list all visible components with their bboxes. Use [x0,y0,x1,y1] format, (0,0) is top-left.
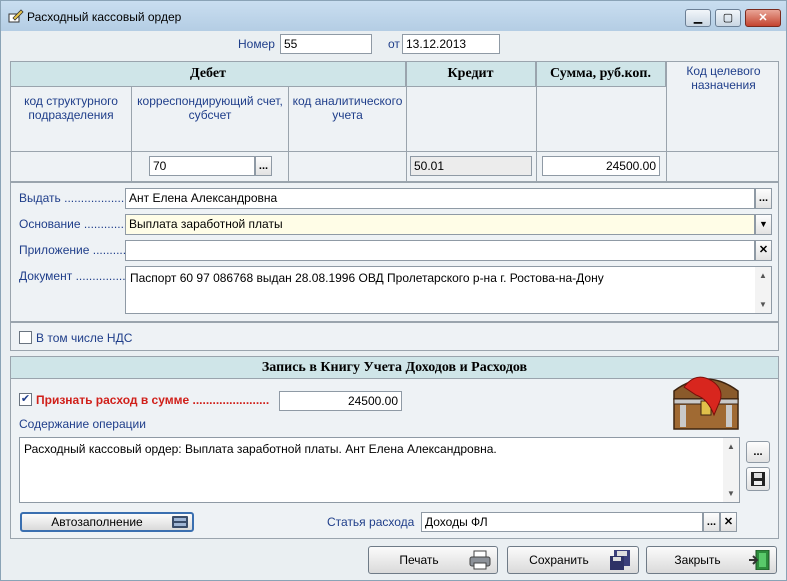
divider [536,62,537,181]
minimize-icon: ▁ [693,11,703,24]
floppy-save-icon [610,550,630,570]
divider [666,62,667,181]
close-icon: ✕ [758,11,768,24]
attachment-input[interactable] [125,240,755,261]
document-scrollbar[interactable]: ▲ ▼ [755,267,771,313]
expense-item-input[interactable]: Доходы ФЛ [421,512,703,532]
minimize-button[interactable]: ▁ [685,9,711,27]
purpose-code-header: Код целевого назначения [686,64,761,92]
divider [11,151,778,152]
scroll-up-icon: ▲ [727,442,735,451]
content-save-button[interactable] [746,467,770,491]
vat-checkbox[interactable] [19,331,32,344]
credit-header: Кредит [406,62,536,87]
save-label: Сохранить [529,553,589,567]
analytic-code-header: код аналитического учета [292,94,403,122]
number-input[interactable]: 55 [280,34,372,54]
basis-select[interactable]: Выплата заработной платы [125,214,755,235]
expense-item-label: Статья расхода [327,515,415,529]
divider [288,87,289,181]
operation-content-label: Содержание операции [19,417,146,431]
date-input[interactable]: 13.12.2013 [402,34,500,54]
floppy-save-icon [751,472,765,486]
issue-to-picker-button[interactable]: ... [755,188,772,209]
debit-account-picker-button[interactable]: ... [255,156,272,176]
debit-header: Дебет [11,62,406,87]
save-button[interactable]: Сохранить [507,546,639,574]
operation-content-text: Расходный кассовый ордер: Выплата зарабо… [24,442,497,456]
checkmark-icon: ✔ [20,393,31,405]
print-button[interactable]: Печать [368,546,498,574]
autofill-label: Автозаполнение [51,515,143,529]
date-label: от [388,37,400,51]
title-bar: Расходный кассовый ордер ▁ ▢ ✕ [1,1,786,31]
issue-to-input[interactable]: Ант Елена Александровна [125,188,755,209]
debit-account-input[interactable]: 70 [149,156,255,176]
attachment-clear-button[interactable]: ✕ [755,240,772,261]
basis-dropdown-button[interactable]: ▼ [755,214,772,235]
close-window-button[interactable]: ✕ [745,9,781,27]
income-expense-book-panel: Запись в Книгу Учета Доходов и Расходов … [10,356,779,539]
printer-icon [469,550,491,570]
divider [406,62,407,181]
treasure-chest-icon [673,376,739,430]
keyboard-icon [172,516,188,528]
operation-content-scrollbar[interactable]: ▲ ▼ [723,438,739,502]
issue-label: Выдать ....................... [19,191,141,205]
scroll-up-icon: ▲ [759,271,767,280]
accounts-grid: Дебет Кредит Сумма, руб.коп. Код целевог… [10,61,779,182]
window-title: Расходный кассовый ордер [27,10,182,24]
number-label: Номер [238,37,275,51]
vat-label: В том числе НДС [36,331,133,345]
credit-account-input[interactable]: 50.01 [410,156,532,176]
recognize-amount-input[interactable]: 24500.00 [279,391,402,411]
close-label: Закрыть [674,553,721,567]
document-textarea[interactable]: Паспорт 60 97 086768 выдан 28.08.1996 ОВ… [125,266,772,314]
document-text: Паспорт 60 97 086768 выдан 28.08.1996 ОВ… [130,271,604,285]
sum-input[interactable]: 24500.00 [542,156,660,176]
close-button[interactable]: Закрыть [646,546,777,574]
scroll-down-icon: ▼ [727,489,735,498]
close-icon: ✕ [758,244,769,256]
exit-door-icon [749,550,770,570]
pencil-edit-icon [8,9,24,23]
print-label: Печать [399,553,439,567]
vat-panel: В том числе НДС [10,322,779,351]
operation-content-textarea[interactable]: Расходный кассовый ордер: Выплата зарабо… [19,437,740,503]
autofill-button[interactable]: Автозаполнение [20,512,194,532]
cash-order-window: Расходный кассовый ордер ▁ ▢ ✕ Номер 55 … [0,0,787,581]
maximize-button[interactable]: ▢ [715,9,741,27]
corr-account-header: корреспондирующий счет, субсчет [137,94,283,122]
recognize-expense-checkbox[interactable]: ✔ [19,393,32,406]
scroll-down-icon: ▼ [759,300,767,309]
sum-header: Сумма, руб.коп. [536,62,666,87]
divider [131,87,132,181]
recognize-expense-label: Признать расход в сумме ................… [36,393,270,407]
struct-unit-header: код структурного подразделения [24,94,118,122]
chevron-down-icon: ▼ [759,219,768,229]
book-section-title: Запись в Книгу Учета Доходов и Расходов [11,357,778,379]
close-icon: ✕ [723,515,734,528]
expense-item-clear-button[interactable]: ✕ [720,512,737,532]
content-picker-button[interactable]: ... [746,441,770,463]
expense-item-picker-button[interactable]: ... [703,512,720,532]
payment-details-panel: Выдать ....................... Ант Елена… [10,182,779,322]
maximize-icon: ▢ [722,11,734,24]
